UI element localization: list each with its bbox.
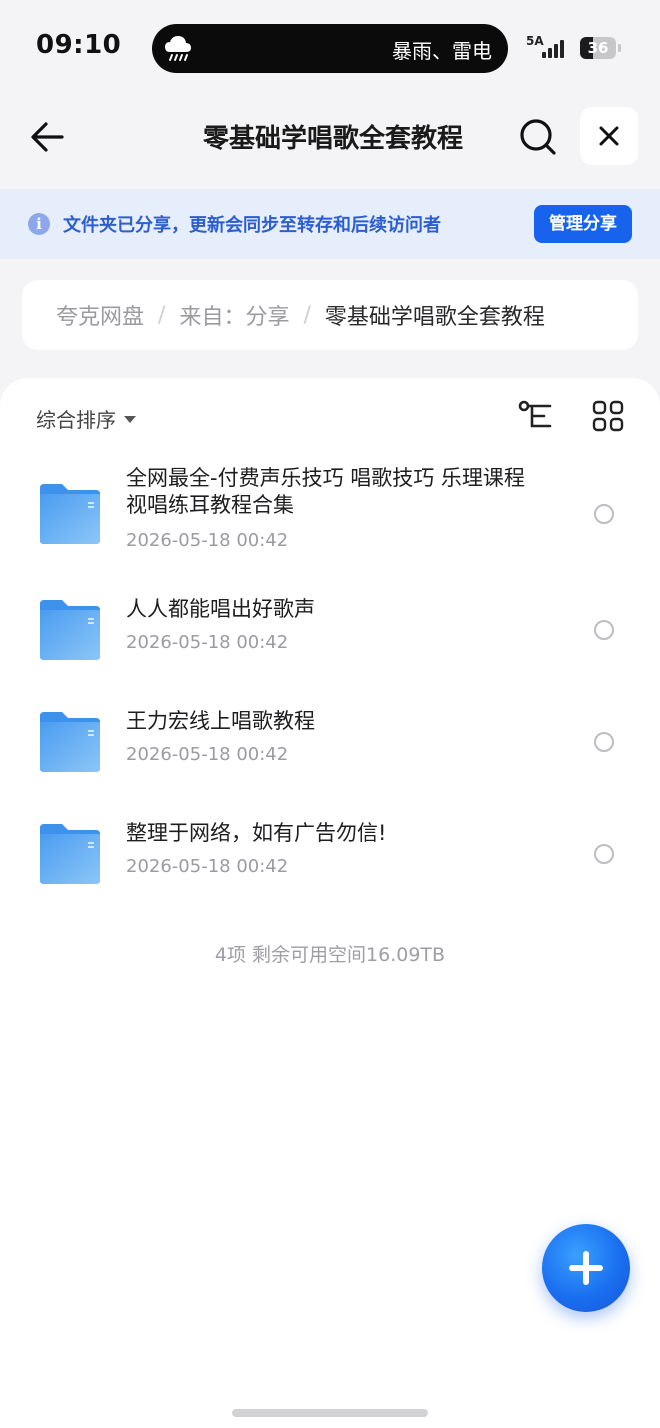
select-radio[interactable] [594, 620, 614, 640]
manage-share-button[interactable]: 管理分享 [534, 205, 632, 243]
status-time: 09:10 [36, 30, 122, 60]
signal-bars-icon [542, 38, 564, 58]
weather-text: 暴雨、雷电 [392, 39, 492, 63]
caret-down-icon [124, 416, 136, 423]
sort-label: 综合排序 [36, 408, 116, 432]
file-row[interactable]: 王力宏线上唱歌教程 2026-05-18 00:42 [0, 702, 660, 802]
file-date: 2026-05-18 00:42 [126, 530, 289, 551]
close-button[interactable] [580, 107, 638, 165]
breadcrumb-current: 零基础学唱歌全套教程 [324, 305, 545, 330]
sort-dropdown[interactable]: 综合排序 [36, 404, 136, 433]
search-icon[interactable] [518, 117, 558, 157]
battery-icon: 36 [580, 37, 621, 59]
file-date: 2026-05-18 00:42 [126, 744, 289, 765]
select-radio[interactable] [594, 732, 614, 752]
folder-icon [40, 712, 100, 772]
file-name: 王力宏线上唱歌教程 [126, 709, 315, 733]
file-name: 人人都能唱出好歌声 [126, 597, 315, 621]
dynamic-island[interactable]: 暴雨、雷电 [152, 24, 508, 73]
back-arrow-icon[interactable] [26, 116, 68, 158]
breadcrumb: 夸克网盘 / 来自：分享 / 零基础学唱歌全套教程 [22, 280, 638, 350]
plus-icon-vertical [583, 1251, 589, 1285]
select-radio[interactable] [594, 844, 614, 864]
file-date: 2026-05-18 00:42 [126, 856, 289, 877]
folder-icon [40, 484, 100, 544]
page-title: 零基础学唱歌全套教程 [202, 124, 463, 154]
share-banner-text: 文件夹已分享，更新会同步至转存和后续访问者 [63, 215, 441, 236]
storage-summary: 4项 剩余可用空间16.09TB [214, 944, 446, 966]
breadcrumb-root[interactable]: 夸克网盘 [56, 299, 144, 331]
close-icon [599, 126, 619, 146]
file-name: 全网最全-付费声乐技巧 唱歌技巧 乐理课程 视唱练耳教程合集 [126, 466, 525, 517]
folder-icon [40, 824, 100, 884]
status-bar: 09:10 暴雨、雷电 5A 36 [0, 0, 660, 96]
file-row[interactable]: 整理于网络，如有广告勿信! 2026-05-18 00:42 [0, 814, 660, 914]
select-radio[interactable] [594, 504, 614, 524]
share-banner: i 文件夹已分享，更新会同步至转存和后续访问者 管理分享 [0, 189, 660, 259]
home-indicator[interactable] [232, 1409, 428, 1417]
file-date: 2026-05-18 00:42 [126, 632, 289, 653]
network-type: 5A [526, 34, 544, 48]
file-name: 整理于网络，如有广告勿信! [126, 821, 387, 845]
breadcrumb-from-share[interactable]: 来自：分享 [179, 299, 289, 331]
add-button[interactable] [542, 1224, 630, 1312]
rain-cloud-icon [165, 36, 191, 61]
info-icon: i [28, 213, 50, 235]
battery-level: 36 [587, 39, 609, 57]
grid-view-icon[interactable] [592, 400, 624, 432]
breadcrumb-separator: / [158, 302, 166, 328]
breadcrumb-separator: / [303, 302, 311, 328]
directory-tree-icon[interactable] [518, 400, 554, 432]
folder-icon [40, 600, 100, 660]
file-row[interactable]: 人人都能唱出好歌声 2026-05-18 00:42 [0, 590, 660, 690]
file-row[interactable]: 全网最全-付费声乐技巧 唱歌技巧 乐理课程 视唱练耳教程合集 2026-05-1… [0, 466, 660, 568]
nav-bar: 零基础学唱歌全套教程 [0, 100, 660, 174]
